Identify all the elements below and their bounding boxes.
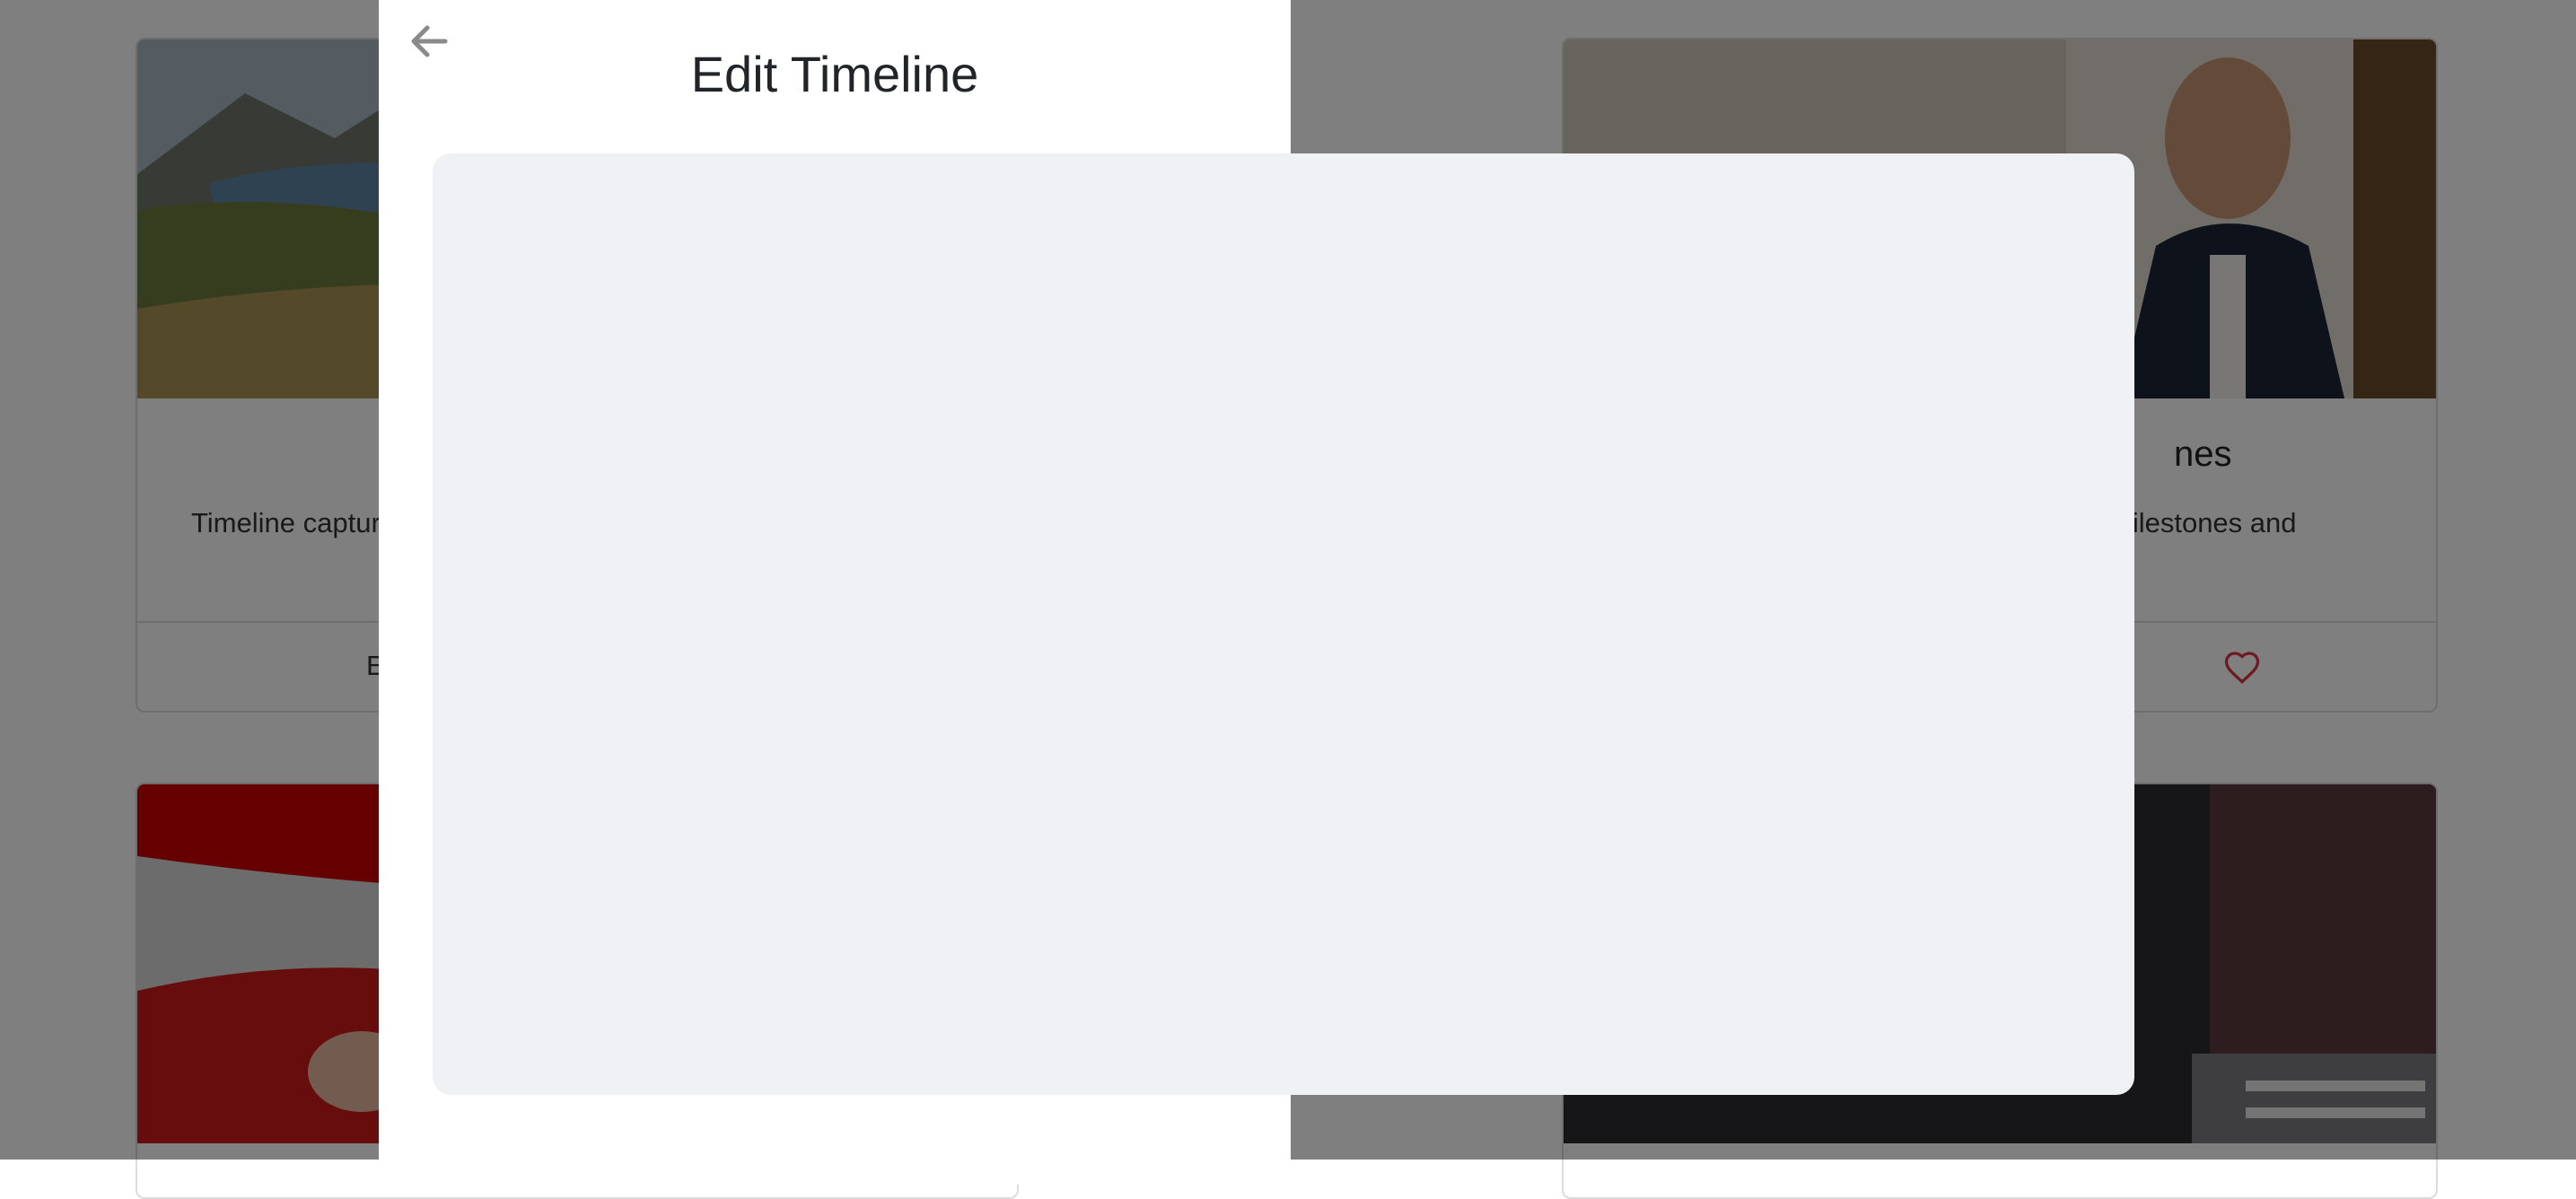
- form-layer: [433, 153, 2134, 1095]
- modal-title: Edit Timeline: [690, 46, 979, 102]
